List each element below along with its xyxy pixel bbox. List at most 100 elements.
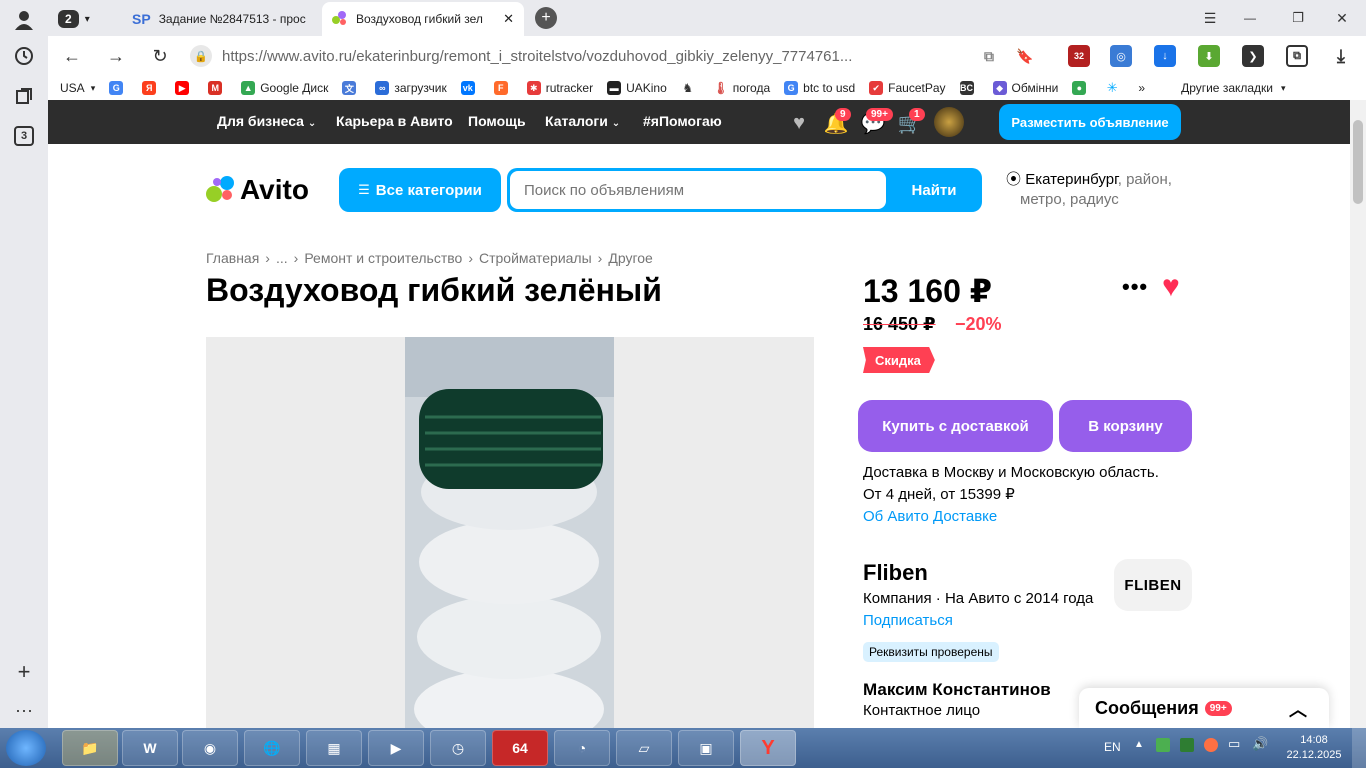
bookmark-translate[interactable]: 文 xyxy=(342,81,361,95)
add-panel-icon[interactable]: + xyxy=(10,658,38,686)
bookmarks-more[interactable]: » xyxy=(1138,81,1145,95)
bookmark-youtube[interactable]: ▶ xyxy=(175,81,194,95)
app-board-icon[interactable]: ▦ xyxy=(306,730,362,766)
bookmark-gmail[interactable]: M xyxy=(208,81,227,95)
messages-panel[interactable]: Сообщения 99+ ︿ xyxy=(1079,688,1329,728)
help-hashtag-link[interactable]: #яПомогаю xyxy=(643,113,722,129)
career-link[interactable]: Карьера в Авито xyxy=(336,113,453,129)
url-field[interactable]: 🔒 https://www.avito.ru/ekaterinburg/remo… xyxy=(190,42,950,70)
product-photo[interactable] xyxy=(405,337,614,728)
bookmark-usa[interactable]: USA ▾ xyxy=(60,81,95,95)
collections-icon[interactable] xyxy=(10,82,38,110)
forward-icon[interactable]: → xyxy=(104,44,128,68)
extension-puzzle-icon[interactable]: ❯ xyxy=(1242,45,1264,67)
help-link[interactable]: Помощь xyxy=(468,113,526,129)
avatar[interactable] xyxy=(934,107,964,137)
tray-app-icon[interactable] xyxy=(1156,738,1170,752)
tab-groups-icon[interactable]: 3 xyxy=(10,122,38,150)
start-button[interactable] xyxy=(6,730,46,766)
breadcrumb-other[interactable]: Другое xyxy=(608,250,652,266)
post-ad-button[interactable]: Разместить объявление xyxy=(999,104,1181,140)
chrome-icon[interactable]: ◉ xyxy=(182,730,238,766)
extension-32-icon[interactable]: 32 xyxy=(1068,45,1090,67)
notes-app-icon[interactable]: ▱ xyxy=(616,730,672,766)
add-to-cart-button[interactable]: В корзину xyxy=(1059,400,1192,452)
image-gallery[interactable] xyxy=(206,337,814,728)
chart-app-icon[interactable]: ◔ xyxy=(554,730,610,766)
bookmark-bc[interactable]: BC xyxy=(959,81,979,95)
bookmark-weather[interactable]: 🌡 погода xyxy=(713,81,770,95)
bookmark-loader[interactable]: ∞ загрузчик xyxy=(375,81,447,95)
tray-monitor-icon[interactable] xyxy=(1180,738,1194,752)
yandex-browser-icon[interactable]: Y xyxy=(740,730,796,766)
bookmark-f[interactable]: F xyxy=(493,81,513,95)
bookmark-uakino[interactable]: ▬ UAKino xyxy=(607,81,667,95)
language-indicator[interactable]: EN xyxy=(1104,740,1121,754)
explorer-icon[interactable]: 📁 xyxy=(62,730,118,766)
tray-orange-icon[interactable] xyxy=(1204,738,1218,752)
clock-app-icon[interactable]: ◷ xyxy=(430,730,486,766)
minimize-icon[interactable]: — xyxy=(1238,6,1262,30)
close-tab-icon[interactable]: ✕ xyxy=(503,11,514,27)
bookmark-exchange[interactable]: ◆ Обмінни xyxy=(992,81,1058,95)
breadcrumb-repair[interactable]: Ремонт и строительство xyxy=(304,250,462,266)
bookmark-icon[interactable]: 🔖 xyxy=(1014,45,1036,67)
history-icon[interactable] xyxy=(10,42,38,70)
network-globe-icon[interactable]: 🌐 xyxy=(244,730,300,766)
other-bookmarks[interactable]: Другие закладки ▾ xyxy=(1181,81,1285,95)
copy-icon[interactable]: ⧉ xyxy=(978,45,1000,67)
search-input[interactable] xyxy=(510,171,886,209)
bookmark-yandex[interactable]: Я xyxy=(142,81,161,95)
back-icon[interactable]: ← xyxy=(60,44,84,68)
all-categories-button[interactable]: ☰ Все категории xyxy=(339,168,501,212)
seller-name[interactable]: Fliben xyxy=(863,560,928,586)
more-icon[interactable]: ··· xyxy=(10,696,38,724)
reload-icon[interactable]: ↻ xyxy=(148,44,172,68)
delivery-info-link[interactable]: Об Авито Доставке xyxy=(863,506,1159,528)
buy-with-delivery-button[interactable]: Купить с доставкой xyxy=(858,400,1053,452)
search-button[interactable]: Найти xyxy=(886,168,982,212)
restore-icon[interactable]: ❐ xyxy=(1286,6,1310,30)
page-scrollbar[interactable] xyxy=(1350,100,1366,728)
tab-avito[interactable]: Воздуховод гибкий зел ✕ xyxy=(322,2,524,36)
terminal-app-icon[interactable]: ▣ xyxy=(678,730,734,766)
green-download-icon[interactable]: ⬇ xyxy=(1198,45,1220,67)
system-clock[interactable]: 14:08 22.12.2025 xyxy=(1282,733,1346,763)
network-icon[interactable]: ▭ xyxy=(1228,736,1240,752)
tray-expand-icon[interactable]: ▲ xyxy=(1134,739,1144,750)
aida64-icon[interactable]: 64 xyxy=(492,730,548,766)
breadcrumb-home[interactable]: Главная xyxy=(206,250,259,266)
bookmark-vk[interactable]: vk xyxy=(460,81,480,95)
location-selector[interactable]: ⦿ Екатеринбург, район, метро, радиус xyxy=(1006,170,1172,210)
bookmark-btc[interactable]: Gbtc to usd xyxy=(784,81,855,95)
show-desktop-button[interactable] xyxy=(1352,728,1366,768)
chevron-up-icon[interactable]: ︿ xyxy=(1289,696,1307,722)
tab-zadanie[interactable]: SP Задание №2847513 - прос xyxy=(122,2,322,36)
download-extension-icon[interactable]: ↓ xyxy=(1154,45,1176,67)
breadcrumb-materials[interactable]: Стройматериалы xyxy=(479,250,592,266)
volume-icon[interactable]: 🔊 xyxy=(1252,736,1268,752)
seller-logo[interactable]: FLIBEN xyxy=(1114,559,1192,611)
bookmark-maps[interactable]: ● xyxy=(1072,81,1091,95)
avito-logo[interactable]: Avito xyxy=(206,174,309,206)
favorites-heart-icon[interactable]: ♥ xyxy=(786,110,812,136)
bookmark-star[interactable]: ✳ xyxy=(1105,80,1124,95)
for-business-link[interactable]: Для бизнеса ⌄ xyxy=(217,113,316,129)
scrollbar-thumb[interactable] xyxy=(1353,120,1363,204)
catalogs-link[interactable]: Каталоги ⌄ xyxy=(545,113,620,129)
tab-counter-button[interactable]: 2 ▾ xyxy=(48,2,108,36)
profile-icon[interactable] xyxy=(10,6,38,34)
new-tab-icon[interactable]: + xyxy=(535,7,557,29)
subscribe-link[interactable]: Подписаться xyxy=(863,612,953,629)
bookmark-google-drive[interactable]: ▲ Google Диск xyxy=(241,81,328,95)
lock-icon[interactable]: 🔒 xyxy=(190,45,212,67)
media-player-icon[interactable]: ▶ xyxy=(368,730,424,766)
wise-care-icon[interactable]: W xyxy=(122,730,178,766)
globe-extension-icon[interactable]: ◎ xyxy=(1110,45,1132,67)
breadcrumb-ellipsis[interactable]: ... xyxy=(276,250,288,266)
favorite-heart-icon[interactable]: ♥ xyxy=(1162,270,1180,304)
bookmark-google[interactable]: G xyxy=(109,81,128,95)
bookmark-faucetpay[interactable]: ✔ FaucetPay xyxy=(869,81,946,95)
bookmark-rutracker[interactable]: ✱ rutracker xyxy=(526,81,593,95)
extensions-icon[interactable]: ⧉ xyxy=(1286,45,1308,67)
